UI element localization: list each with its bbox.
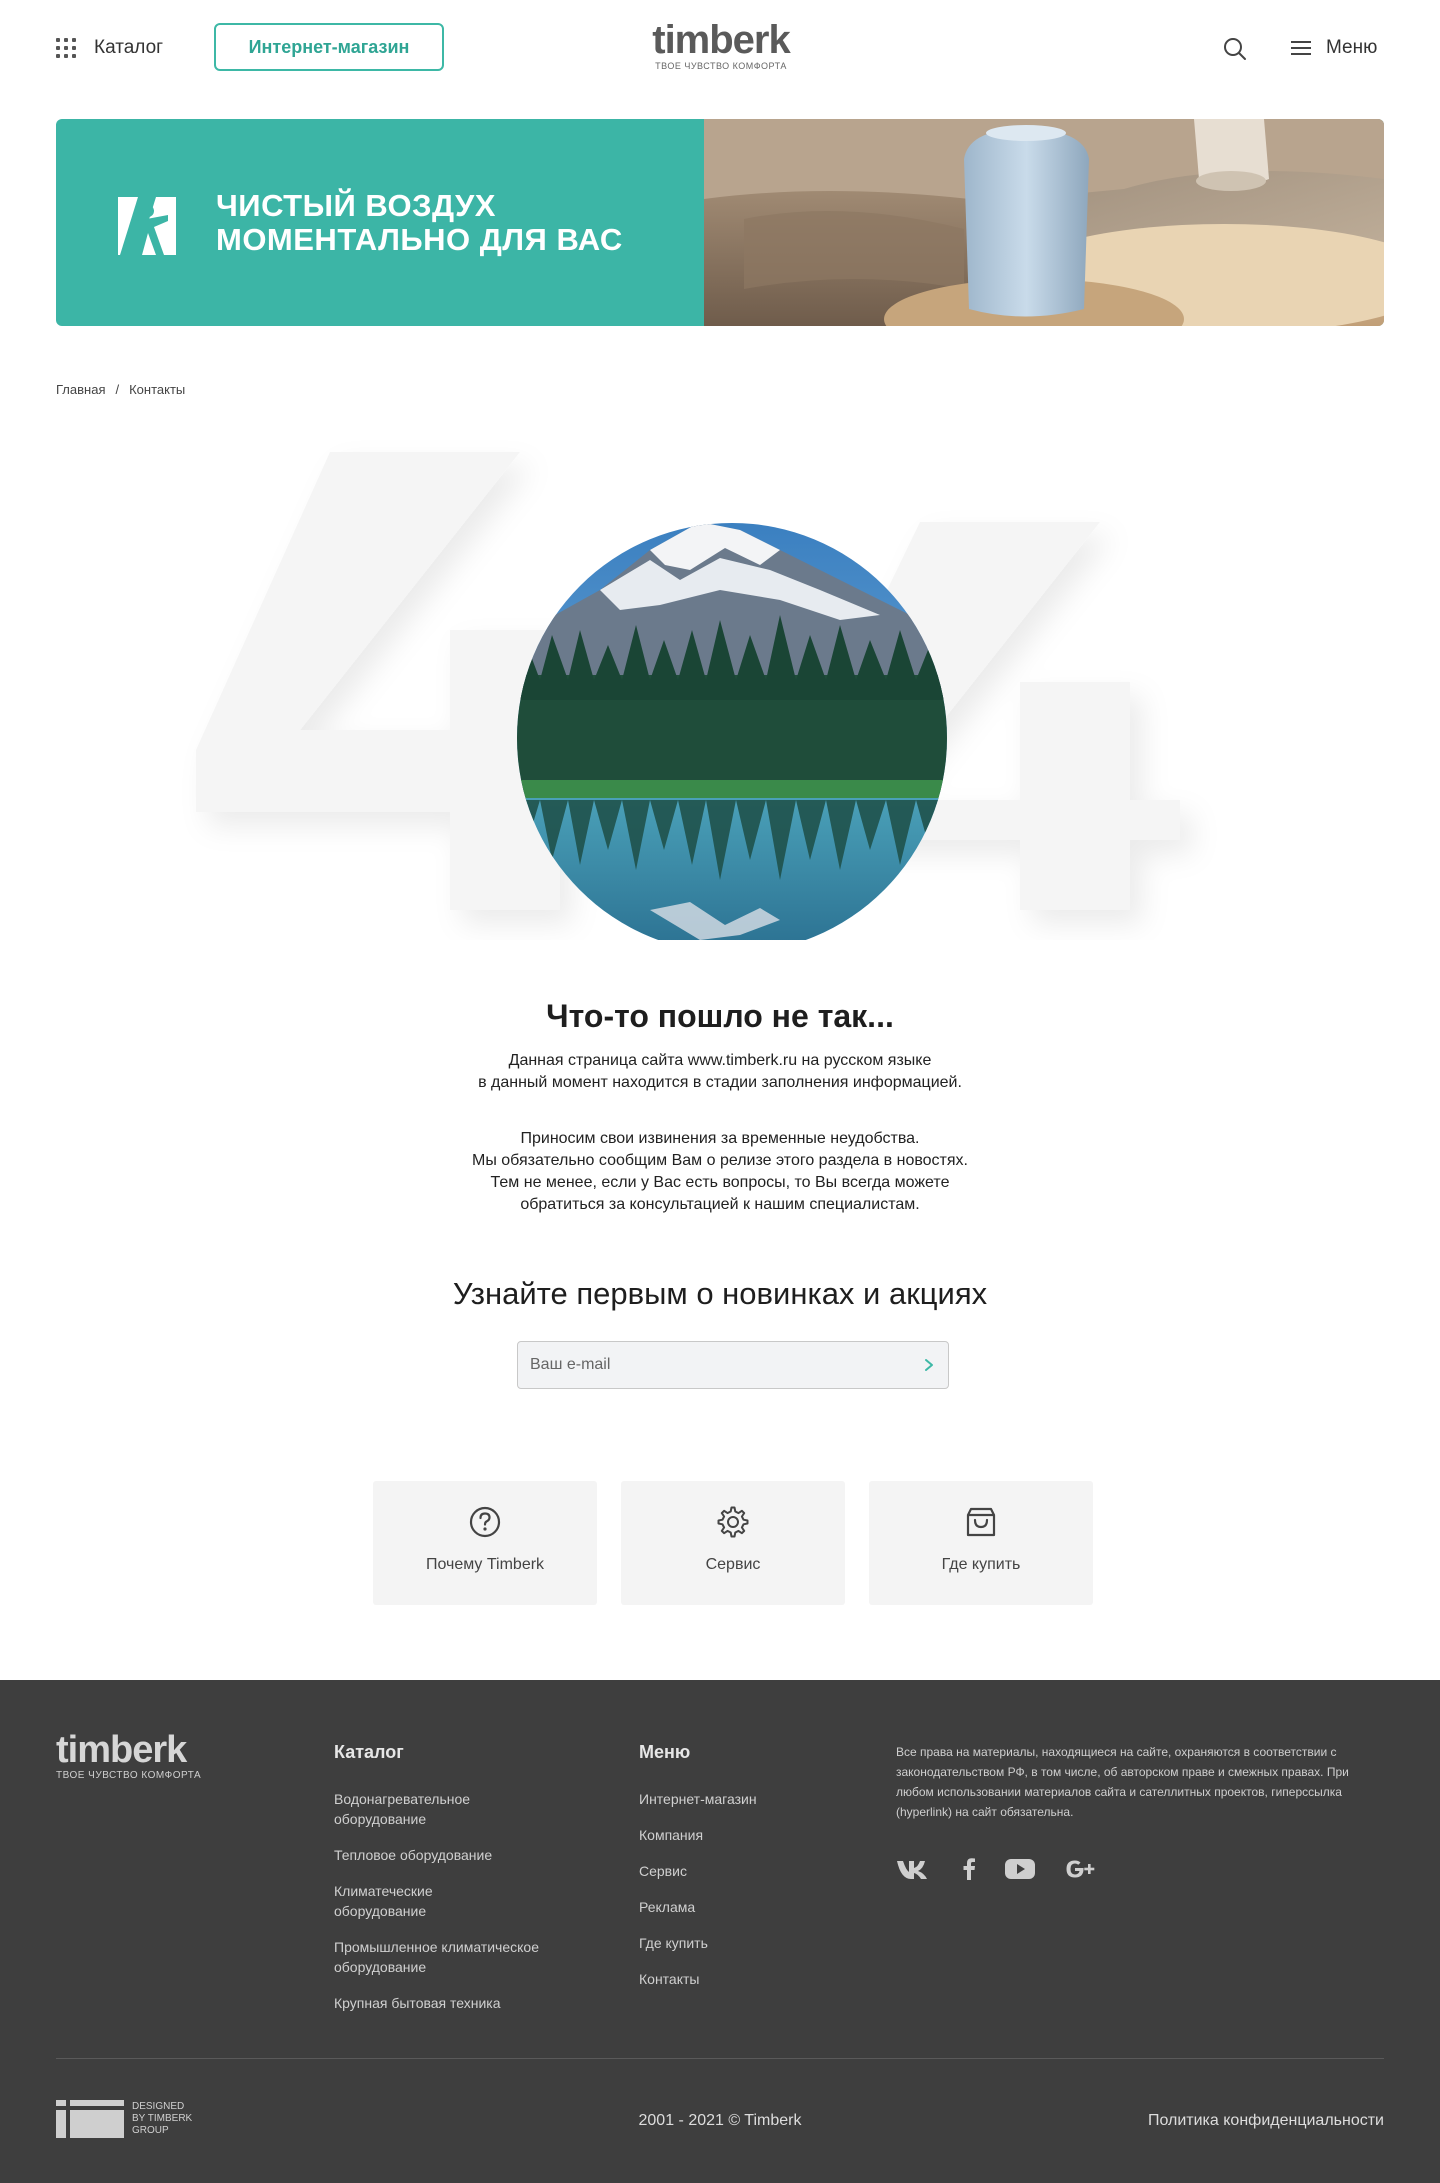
subscribe-title: Узнайте первым о новинках и акциях <box>452 1276 988 1311</box>
footer-logo[interactable]: timberk ТВОЕ ЧУВСТВО КОМФОРТА <box>56 1730 201 1782</box>
facebook-icon[interactable] <box>962 1858 976 1880</box>
footer-rights-text: Все права на материалы, находящиеся на с… <box>896 1745 1349 1819</box>
footer-catalog-list: Водонагревательное оборудование Тепловое… <box>334 1789 554 2013</box>
footer-catalog-item[interactable]: Климатеческие оборудование <box>334 1881 474 1921</box>
footer-menu-item[interactable]: Контакты <box>639 1969 839 1989</box>
logo[interactable]: timberk ТВОЕ ЧУВСТВО КОМФОРТА <box>646 20 796 72</box>
email-input[interactable] <box>530 1356 922 1374</box>
hamburger-icon <box>1291 41 1311 55</box>
footer-catalog-item[interactable]: Тепловое оборудование <box>334 1845 554 1865</box>
banner-headline: ЧИСТЫЙ ВОЗДУХ МОМЕНТАЛЬНО ДЛЯ ВАС <box>216 189 623 257</box>
footer-menu: Меню Интернет-магазин Компания Сервис Ре… <box>639 1742 839 2005</box>
breadcrumb-separator: / <box>115 382 120 397</box>
youtube-icon[interactable] <box>1004 1858 1036 1880</box>
footer-catalog: Каталог Водонагревательное оборудование … <box>334 1742 554 2029</box>
shopping-bag-icon <box>966 1507 996 1537</box>
error-apology-line: Тем не менее, если у Вас есть вопросы, т… <box>490 1174 950 1191</box>
breadcrumb-home[interactable]: Главная <box>56 382 105 397</box>
banner-photo <box>704 119 1384 326</box>
footer-menu-list: Интернет-магазин Компания Сервис Реклама… <box>639 1789 839 1989</box>
breadcrumb: Главная / Контакты <box>56 382 185 397</box>
footer-catalog-item[interactable]: Крупная бытовая техника <box>334 1993 554 2013</box>
footer-logo-tagline: ТВОЕ ЧУВСТВО КОМФОРТА <box>56 1770 202 1781</box>
error-apology-line: Мы обязательно сообщим Вам о релизе этог… <box>472 1152 968 1169</box>
chevron-right-icon[interactable] <box>922 1357 936 1373</box>
error-description-line: в данный момент находится в стадии запол… <box>478 1074 962 1091</box>
footer-menu-title: Меню <box>639 1742 691 1762</box>
gear-icon <box>717 1506 749 1538</box>
online-shop-button[interactable]: Интернет-магазин <box>214 23 444 71</box>
error-apology: Приносим свои извинения за временные неу… <box>0 1128 1440 1216</box>
card-label: Где купить <box>941 1556 1021 1573</box>
footer-menu-item[interactable]: Где купить <box>639 1933 839 1953</box>
error-description-line: Данная страница сайта www.timberk.ru на … <box>508 1052 932 1069</box>
footer-logo-wordmark: timberk <box>56 1729 187 1771</box>
air-purity-icon <box>118 197 176 255</box>
google-plus-icon[interactable] <box>1064 1858 1098 1880</box>
footer: timberk ТВОЕ ЧУВСТВО КОМФОРТА Каталог Во… <box>0 1680 1440 2183</box>
footer-divider <box>56 2058 1384 2059</box>
subscribe-form <box>517 1341 949 1389</box>
promo-banner[interactable]: ЧИСТЫЙ ВОЗДУХ МОМЕНТАЛЬНО ДЛЯ ВАС <box>56 119 1384 326</box>
why-timberk-card[interactable]: Почему Timberk <box>373 1481 597 1605</box>
menu-label: Меню <box>1326 37 1378 58</box>
error-apology-line: Приносим свои извинения за временные неу… <box>520 1130 920 1147</box>
error-title: Что-то пошло не так... <box>546 998 894 1034</box>
footer-menu-item[interactable]: Реклама <box>639 1897 839 1917</box>
catalog-link[interactable]: Каталог <box>56 30 163 66</box>
footer-menu-item[interactable]: Интернет-магазин <box>639 1789 839 1809</box>
catalog-label: Каталог <box>94 37 164 58</box>
social-links <box>896 1858 1098 1880</box>
breadcrumb-current: Контакты <box>129 382 186 397</box>
card-label: Почему Timberk <box>425 1556 545 1573</box>
footer-catalog-item[interactable]: Водонагревательное оборудование <box>334 1789 554 1829</box>
error-description: Данная страница сайта www.timberk.ru на … <box>0 1050 1440 1094</box>
card-label: Сервис <box>705 1556 761 1573</box>
footer-menu-item[interactable]: Сервис <box>639 1861 839 1881</box>
where-to-buy-card[interactable]: Где купить <box>869 1481 1093 1605</box>
privacy-policy-link[interactable]: Политика конфиденциальности <box>1148 2112 1384 2130</box>
service-card[interactable]: Сервис <box>621 1481 845 1605</box>
error-apology-line: обратиться за консультацией к нашим спец… <box>520 1196 920 1213</box>
vk-icon[interactable] <box>896 1858 934 1880</box>
search-icon[interactable] <box>1222 36 1248 62</box>
question-icon <box>469 1506 501 1538</box>
banner-line-2: МОМЕНТАЛЬНО ДЛЯ ВАС <box>216 222 623 257</box>
error-404-illustration <box>196 452 1180 940</box>
footer-menu-item[interactable]: Компания <box>639 1825 839 1845</box>
menu-button[interactable]: Меню <box>1290 32 1377 64</box>
banner-line-1: ЧИСТЫЙ ВОЗДУХ <box>216 188 496 223</box>
logo-tagline: ТВОЕ ЧУВСТВО КОМФОРТА <box>655 61 787 71</box>
footer-catalog-title: Каталог <box>334 1742 404 1762</box>
logo-wordmark: timberk <box>652 18 791 62</box>
footer-catalog-item[interactable]: Промышленное климатическое оборудование <box>334 1937 554 1977</box>
grid-icon <box>56 38 76 58</box>
